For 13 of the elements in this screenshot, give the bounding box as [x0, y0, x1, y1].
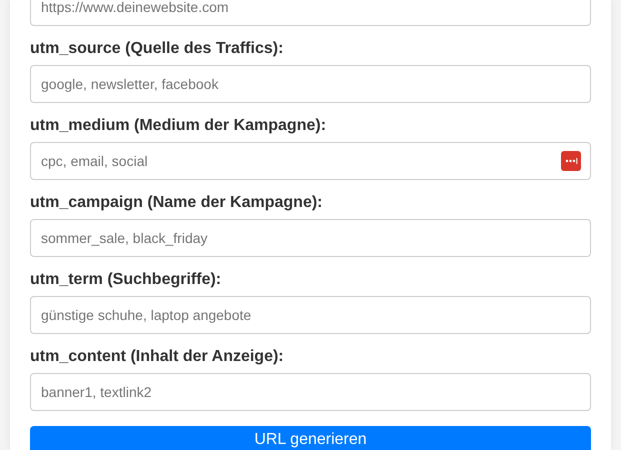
input-field[interactable]: banner1, textlink2: [30, 373, 591, 411]
field-label: utm_campaign (Name der Kampagne):: [30, 193, 324, 212]
input-field[interactable]: cpc, email, social: [30, 142, 591, 180]
generate-url-button[interactable]: URL generieren: [30, 426, 591, 450]
field-label: utm_term (Suchbegriffe):: [30, 270, 222, 289]
field-label: utm_source (Quelle des Traffics):: [30, 39, 284, 58]
field-label: utm_medium (Medium der Kampagne):: [30, 116, 328, 135]
password-manager-icon[interactable]: [561, 151, 581, 171]
input-field[interactable]: günstige schuhe, laptop angebote: [30, 296, 591, 334]
field-label: utm_content (Inhalt der Anzeige):: [30, 347, 285, 366]
input-field[interactable]: google, newsletter, facebook: [30, 65, 591, 103]
input-field[interactable]: https://www.deinewebsite.com: [30, 0, 591, 26]
input-field[interactable]: sommer_sale, black_friday: [30, 219, 591, 257]
